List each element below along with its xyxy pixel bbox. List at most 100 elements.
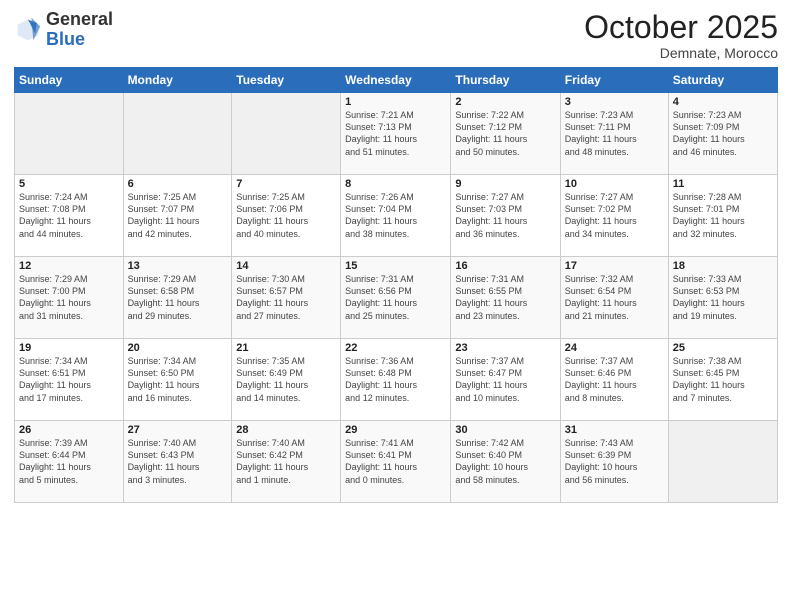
calendar-cell: 30Sunrise: 7:42 AM Sunset: 6:40 PM Dayli… xyxy=(451,421,560,503)
day-info: Sunrise: 7:24 AM Sunset: 7:08 PM Dayligh… xyxy=(19,191,119,240)
day-number: 5 xyxy=(19,178,119,190)
day-number: 28 xyxy=(236,424,336,436)
calendar-cell: 3Sunrise: 7:23 AM Sunset: 7:11 PM Daylig… xyxy=(560,93,668,175)
calendar-week-row: 19Sunrise: 7:34 AM Sunset: 6:51 PM Dayli… xyxy=(15,339,778,421)
day-number: 20 xyxy=(128,342,228,354)
calendar-cell: 13Sunrise: 7:29 AM Sunset: 6:58 PM Dayli… xyxy=(123,257,232,339)
calendar-cell: 31Sunrise: 7:43 AM Sunset: 6:39 PM Dayli… xyxy=(560,421,668,503)
day-info: Sunrise: 7:25 AM Sunset: 7:06 PM Dayligh… xyxy=(236,191,336,240)
day-info: Sunrise: 7:39 AM Sunset: 6:44 PM Dayligh… xyxy=(19,437,119,486)
day-number: 13 xyxy=(128,260,228,272)
logo-general: General xyxy=(46,10,113,30)
calendar-week-row: 26Sunrise: 7:39 AM Sunset: 6:44 PM Dayli… xyxy=(15,421,778,503)
day-info: Sunrise: 7:34 AM Sunset: 6:51 PM Dayligh… xyxy=(19,355,119,404)
day-info: Sunrise: 7:27 AM Sunset: 7:03 PM Dayligh… xyxy=(455,191,555,240)
day-info: Sunrise: 7:37 AM Sunset: 6:46 PM Dayligh… xyxy=(565,355,664,404)
day-number: 17 xyxy=(565,260,664,272)
page-container: General Blue October 2025 Demnate, Moroc… xyxy=(0,0,792,612)
day-number: 25 xyxy=(673,342,773,354)
day-info: Sunrise: 7:34 AM Sunset: 6:50 PM Dayligh… xyxy=(128,355,228,404)
day-info: Sunrise: 7:42 AM Sunset: 6:40 PM Dayligh… xyxy=(455,437,555,486)
day-number: 1 xyxy=(345,96,446,108)
day-number: 23 xyxy=(455,342,555,354)
calendar-cell: 1Sunrise: 7:21 AM Sunset: 7:13 PM Daylig… xyxy=(341,93,451,175)
day-info: Sunrise: 7:40 AM Sunset: 6:42 PM Dayligh… xyxy=(236,437,336,486)
calendar-cell: 28Sunrise: 7:40 AM Sunset: 6:42 PM Dayli… xyxy=(232,421,341,503)
calendar-cell: 2Sunrise: 7:22 AM Sunset: 7:12 PM Daylig… xyxy=(451,93,560,175)
day-info: Sunrise: 7:33 AM Sunset: 6:53 PM Dayligh… xyxy=(673,273,773,322)
day-number: 21 xyxy=(236,342,336,354)
calendar-cell: 14Sunrise: 7:30 AM Sunset: 6:57 PM Dayli… xyxy=(232,257,341,339)
day-number: 4 xyxy=(673,96,773,108)
calendar-cell: 20Sunrise: 7:34 AM Sunset: 6:50 PM Dayli… xyxy=(123,339,232,421)
location-subtitle: Demnate, Morocco xyxy=(584,45,778,61)
calendar-cell: 23Sunrise: 7:37 AM Sunset: 6:47 PM Dayli… xyxy=(451,339,560,421)
day-number: 15 xyxy=(345,260,446,272)
header-saturday: Saturday xyxy=(668,68,777,93)
day-number: 10 xyxy=(565,178,664,190)
logo-text: General Blue xyxy=(46,10,113,50)
day-info: Sunrise: 7:26 AM Sunset: 7:04 PM Dayligh… xyxy=(345,191,446,240)
day-number: 29 xyxy=(345,424,446,436)
logo: General Blue xyxy=(14,10,113,50)
calendar-cell: 10Sunrise: 7:27 AM Sunset: 7:02 PM Dayli… xyxy=(560,175,668,257)
calendar-cell: 18Sunrise: 7:33 AM Sunset: 6:53 PM Dayli… xyxy=(668,257,777,339)
calendar-week-row: 12Sunrise: 7:29 AM Sunset: 7:00 PM Dayli… xyxy=(15,257,778,339)
calendar-cell: 4Sunrise: 7:23 AM Sunset: 7:09 PM Daylig… xyxy=(668,93,777,175)
calendar-cell: 11Sunrise: 7:28 AM Sunset: 7:01 PM Dayli… xyxy=(668,175,777,257)
calendar-week-row: 5Sunrise: 7:24 AM Sunset: 7:08 PM Daylig… xyxy=(15,175,778,257)
day-info: Sunrise: 7:27 AM Sunset: 7:02 PM Dayligh… xyxy=(565,191,664,240)
calendar-cell: 19Sunrise: 7:34 AM Sunset: 6:51 PM Dayli… xyxy=(15,339,124,421)
calendar-cell: 16Sunrise: 7:31 AM Sunset: 6:55 PM Dayli… xyxy=(451,257,560,339)
day-number: 8 xyxy=(345,178,446,190)
calendar-cell xyxy=(668,421,777,503)
day-number: 6 xyxy=(128,178,228,190)
day-number: 22 xyxy=(345,342,446,354)
day-number: 30 xyxy=(455,424,555,436)
header-tuesday: Tuesday xyxy=(232,68,341,93)
day-number: 14 xyxy=(236,260,336,272)
day-number: 27 xyxy=(128,424,228,436)
day-number: 24 xyxy=(565,342,664,354)
calendar-cell: 27Sunrise: 7:40 AM Sunset: 6:43 PM Dayli… xyxy=(123,421,232,503)
title-block: October 2025 Demnate, Morocco xyxy=(584,10,778,61)
day-number: 9 xyxy=(455,178,555,190)
day-number: 19 xyxy=(19,342,119,354)
calendar-week-row: 1Sunrise: 7:21 AM Sunset: 7:13 PM Daylig… xyxy=(15,93,778,175)
day-number: 7 xyxy=(236,178,336,190)
day-info: Sunrise: 7:30 AM Sunset: 6:57 PM Dayligh… xyxy=(236,273,336,322)
header-friday: Friday xyxy=(560,68,668,93)
day-info: Sunrise: 7:25 AM Sunset: 7:07 PM Dayligh… xyxy=(128,191,228,240)
day-info: Sunrise: 7:37 AM Sunset: 6:47 PM Dayligh… xyxy=(455,355,555,404)
day-info: Sunrise: 7:32 AM Sunset: 6:54 PM Dayligh… xyxy=(565,273,664,322)
day-info: Sunrise: 7:36 AM Sunset: 6:48 PM Dayligh… xyxy=(345,355,446,404)
day-info: Sunrise: 7:29 AM Sunset: 6:58 PM Dayligh… xyxy=(128,273,228,322)
calendar-cell: 12Sunrise: 7:29 AM Sunset: 7:00 PM Dayli… xyxy=(15,257,124,339)
header-wednesday: Wednesday xyxy=(341,68,451,93)
calendar-cell: 7Sunrise: 7:25 AM Sunset: 7:06 PM Daylig… xyxy=(232,175,341,257)
month-title: October 2025 xyxy=(584,10,778,45)
day-info: Sunrise: 7:38 AM Sunset: 6:45 PM Dayligh… xyxy=(673,355,773,404)
day-info: Sunrise: 7:29 AM Sunset: 7:00 PM Dayligh… xyxy=(19,273,119,322)
day-number: 26 xyxy=(19,424,119,436)
calendar-cell: 25Sunrise: 7:38 AM Sunset: 6:45 PM Dayli… xyxy=(668,339,777,421)
day-info: Sunrise: 7:21 AM Sunset: 7:13 PM Dayligh… xyxy=(345,109,446,158)
day-number: 2 xyxy=(455,96,555,108)
logo-blue: Blue xyxy=(46,30,113,50)
calendar-cell: 26Sunrise: 7:39 AM Sunset: 6:44 PM Dayli… xyxy=(15,421,124,503)
day-info: Sunrise: 7:35 AM Sunset: 6:49 PM Dayligh… xyxy=(236,355,336,404)
calendar-cell xyxy=(123,93,232,175)
day-info: Sunrise: 7:31 AM Sunset: 6:56 PM Dayligh… xyxy=(345,273,446,322)
day-info: Sunrise: 7:28 AM Sunset: 7:01 PM Dayligh… xyxy=(673,191,773,240)
calendar-body: 1Sunrise: 7:21 AM Sunset: 7:13 PM Daylig… xyxy=(15,93,778,503)
header-sunday: Sunday xyxy=(15,68,124,93)
header-thursday: Thursday xyxy=(451,68,560,93)
day-info: Sunrise: 7:41 AM Sunset: 6:41 PM Dayligh… xyxy=(345,437,446,486)
calendar-cell: 15Sunrise: 7:31 AM Sunset: 6:56 PM Dayli… xyxy=(341,257,451,339)
page-header: General Blue October 2025 Demnate, Moroc… xyxy=(14,10,778,61)
calendar-cell: 8Sunrise: 7:26 AM Sunset: 7:04 PM Daylig… xyxy=(341,175,451,257)
calendar-cell xyxy=(15,93,124,175)
calendar-cell xyxy=(232,93,341,175)
calendar-cell: 22Sunrise: 7:36 AM Sunset: 6:48 PM Dayli… xyxy=(341,339,451,421)
calendar-cell: 17Sunrise: 7:32 AM Sunset: 6:54 PM Dayli… xyxy=(560,257,668,339)
